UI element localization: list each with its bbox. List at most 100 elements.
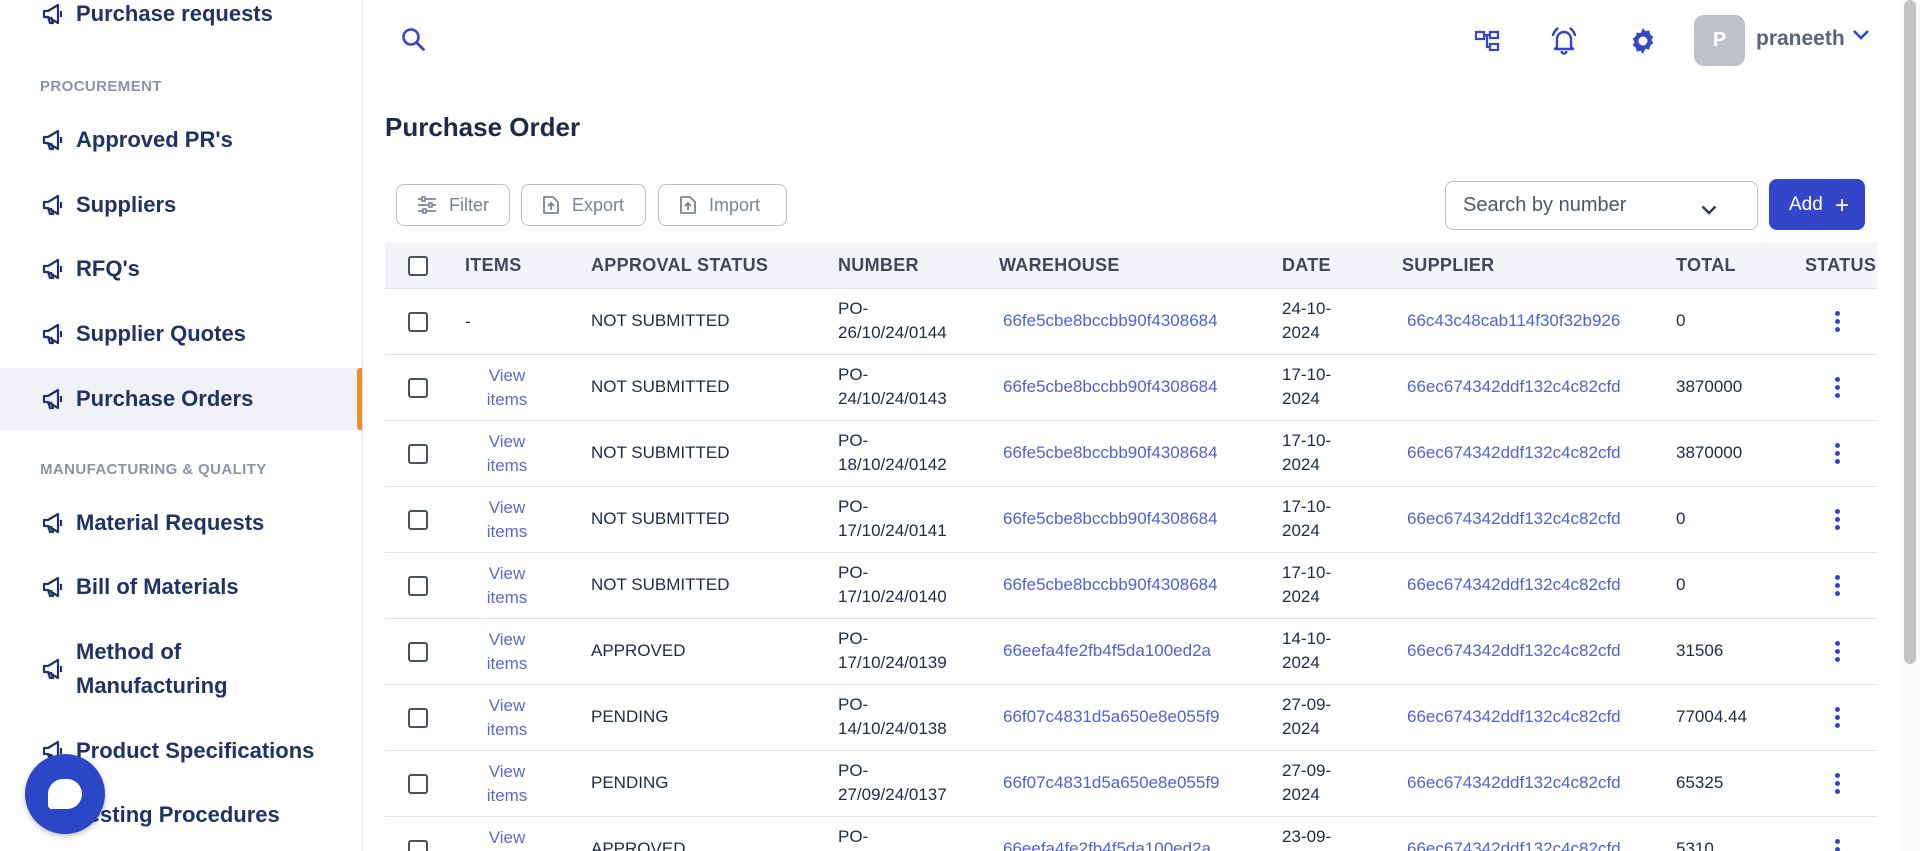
select-all-checkbox[interactable] bbox=[408, 256, 428, 276]
warehouse-link[interactable]: 66fe5cbe8bccbb90f4308684 bbox=[1003, 311, 1218, 331]
column-header-date[interactable]: DATE bbox=[1282, 255, 1331, 276]
megaphone-icon bbox=[40, 127, 66, 153]
megaphone-icon bbox=[40, 386, 66, 412]
date-cell: 17-10- 2024 bbox=[1282, 563, 1332, 606]
sidebar-item-rfqs[interactable]: RFQ's bbox=[0, 252, 362, 286]
row-checkbox[interactable] bbox=[408, 576, 428, 596]
column-header-number[interactable]: NUMBER bbox=[838, 255, 919, 276]
sidebar: Purchase requests PROCUREMENT Approved P… bbox=[0, 0, 363, 851]
more-options-icon[interactable] bbox=[1835, 311, 1841, 335]
more-options-icon[interactable] bbox=[1835, 377, 1841, 401]
row-checkbox[interactable] bbox=[408, 378, 428, 398]
sidebar-item-label: Purchase requests bbox=[76, 1, 273, 26]
table-row[interactable]: - NOT SUBMITTED PO- 26/10/24/0144 66fe5cb… bbox=[385, 289, 1877, 355]
table-row[interactable]: Viewitems APPROVED PO- 66eefa4fe2fb4f5da… bbox=[385, 817, 1877, 851]
row-checkbox[interactable] bbox=[408, 510, 428, 530]
table-row[interactable]: View items NOT SUBMITTED PO- 24/10/24/0143… bbox=[385, 355, 1877, 421]
export-label: Export bbox=[572, 194, 625, 215]
view-items-link[interactable]: Viewitems bbox=[472, 430, 542, 478]
chevron-down-icon[interactable] bbox=[1852, 28, 1870, 42]
supplier-link[interactable]: 66ec674342ddf132c4c82cfd bbox=[1407, 575, 1621, 595]
column-header-supplier[interactable]: SUPPLIER bbox=[1402, 255, 1494, 276]
sidebar-item-suppliers[interactable]: Suppliers bbox=[0, 188, 362, 222]
view-items-link[interactable]: Viewitems bbox=[472, 760, 542, 808]
scrollbar-thumb[interactable] bbox=[1904, 0, 1916, 664]
table-row[interactable]: View items APPROVED PO- 17/10/24/0139 66ee… bbox=[385, 619, 1877, 685]
table-row[interactable]: View items NOT SUBMITTED PO- 17/10/24/0140… bbox=[385, 553, 1877, 619]
supplier-link[interactable]: 66ec674342ddf132c4c82cfd bbox=[1407, 773, 1621, 793]
search-by-number-select[interactable]: Search by number bbox=[1445, 181, 1758, 230]
row-checkbox[interactable] bbox=[408, 444, 428, 464]
more-options-icon[interactable] bbox=[1835, 575, 1841, 599]
table-row[interactable]: View items PENDING PO- 27/09/24/0137 66f07… bbox=[385, 751, 1877, 817]
approval-status: APPROVED bbox=[591, 641, 686, 660]
warehouse-link[interactable]: 66eefa4fe2fb4f5da100ed2a bbox=[1003, 641, 1211, 661]
row-checkbox[interactable] bbox=[408, 708, 428, 728]
supplier-link[interactable]: 66ec674342ddf132c4c82cfd bbox=[1407, 377, 1621, 397]
supplier-link[interactable]: 66ec674342ddf132c4c82cfd bbox=[1407, 509, 1621, 529]
warehouse-link[interactable]: 66fe5cbe8bccbb90f4308684 bbox=[1003, 509, 1218, 529]
view-items-link[interactable]: Viewitems bbox=[472, 364, 542, 412]
import-icon bbox=[680, 196, 696, 214]
row-checkbox[interactable] bbox=[408, 774, 428, 794]
sidebar-item-bill-of-materials[interactable]: Bill of Materials bbox=[0, 570, 362, 604]
total-cell: 5310 bbox=[1676, 839, 1714, 851]
username[interactable]: praneeth bbox=[1756, 27, 1845, 51]
supplier-link[interactable]: 66ec674342ddf132c4c82cfd bbox=[1407, 707, 1621, 727]
sidebar-item-approved-prs[interactable]: Approved PR's bbox=[0, 123, 362, 157]
sidebar-item-material-requests[interactable]: Material Requests bbox=[0, 506, 362, 540]
view-items-link[interactable]: Viewitems bbox=[472, 496, 542, 544]
import-button[interactable]: Import bbox=[658, 184, 787, 226]
sidebar-item-label: Purchase Orders bbox=[76, 386, 254, 411]
export-button[interactable]: Export bbox=[521, 184, 646, 226]
gear-icon[interactable] bbox=[1626, 24, 1660, 58]
table-row[interactable]: View items NOT SUBMITTED PO- 18/10/24/0142… bbox=[385, 421, 1877, 487]
supplier-link[interactable]: 66ec674342ddf132c4c82cfd bbox=[1407, 839, 1621, 851]
view-items-link[interactable]: Viewitems bbox=[472, 562, 542, 610]
column-header-approval-status[interactable]: APPROVAL STATUS bbox=[591, 255, 768, 276]
view-items-link[interactable]: Viewitems bbox=[472, 826, 542, 851]
supplier-link[interactable]: 66ec674342ddf132c4c82cfd bbox=[1407, 443, 1621, 463]
add-button[interactable]: Add + bbox=[1769, 179, 1865, 230]
chat-launcher-button[interactable] bbox=[25, 754, 105, 834]
more-options-icon[interactable] bbox=[1835, 839, 1841, 851]
warehouse-link[interactable]: 66eefa4fe2fb4f5da100ed2a bbox=[1003, 839, 1211, 851]
warehouse-link[interactable]: 66f07c4831d5a650e8e055f9 bbox=[1003, 707, 1220, 727]
search-icon[interactable] bbox=[400, 26, 428, 54]
total-cell: 77004.44 bbox=[1676, 707, 1747, 726]
view-items-link[interactable]: Viewitems bbox=[472, 628, 542, 676]
sidebar-item-method-of-manufacturing[interactable]: Method of Manufacturing bbox=[0, 634, 362, 704]
sidebar-item-label: Supplier Quotes bbox=[76, 321, 246, 346]
view-items-link[interactable]: Viewitems bbox=[472, 694, 542, 742]
page-title: Purchase Order bbox=[385, 112, 581, 142]
warehouse-link[interactable]: 66f07c4831d5a650e8e055f9 bbox=[1003, 773, 1220, 793]
row-checkbox[interactable] bbox=[408, 312, 428, 332]
bell-icon[interactable] bbox=[1547, 24, 1581, 58]
po-number: PO- 14/10/24/0138 bbox=[838, 695, 947, 738]
column-header-items[interactable]: ITEMS bbox=[465, 255, 522, 276]
filter-button[interactable]: Filter bbox=[396, 184, 510, 226]
more-options-icon[interactable] bbox=[1835, 443, 1841, 467]
warehouse-link[interactable]: 66fe5cbe8bccbb90f4308684 bbox=[1003, 377, 1218, 397]
warehouse-link[interactable]: 66fe5cbe8bccbb90f4308684 bbox=[1003, 575, 1218, 595]
sidebar-item-purchase-requests[interactable]: Purchase requests bbox=[0, 0, 362, 31]
hierarchy-icon[interactable] bbox=[1470, 24, 1504, 58]
more-options-icon[interactable] bbox=[1835, 773, 1841, 797]
supplier-link[interactable]: 66ec674342ddf132c4c82cfd bbox=[1407, 641, 1621, 661]
supplier-link[interactable]: 66c43c48cab114f30f32b926 bbox=[1407, 311, 1620, 331]
sidebar-item-purchase-orders[interactable]: Purchase Orders bbox=[0, 368, 362, 430]
column-header-total[interactable]: TOTAL bbox=[1676, 255, 1736, 276]
table-row[interactable]: View items PENDING PO- 14/10/24/0138 66f07… bbox=[385, 685, 1877, 751]
avatar[interactable]: P bbox=[1694, 15, 1745, 66]
table-row[interactable]: View items NOT SUBMITTED PO- 17/10/24/0141… bbox=[385, 487, 1877, 553]
more-options-icon[interactable] bbox=[1835, 641, 1841, 665]
row-checkbox[interactable] bbox=[408, 840, 428, 851]
column-header-warehouse[interactable]: WAREHOUSE bbox=[999, 255, 1120, 276]
row-checkbox[interactable] bbox=[408, 642, 428, 662]
warehouse-link[interactable]: 66fe5cbe8bccbb90f4308684 bbox=[1003, 443, 1218, 463]
sidebar-item-supplier-quotes[interactable]: Supplier Quotes bbox=[0, 317, 362, 351]
column-header-status[interactable]: STATUS bbox=[1805, 255, 1876, 276]
total-cell: 0 bbox=[1676, 311, 1686, 330]
more-options-icon[interactable] bbox=[1835, 707, 1841, 731]
more-options-icon[interactable] bbox=[1835, 509, 1841, 533]
